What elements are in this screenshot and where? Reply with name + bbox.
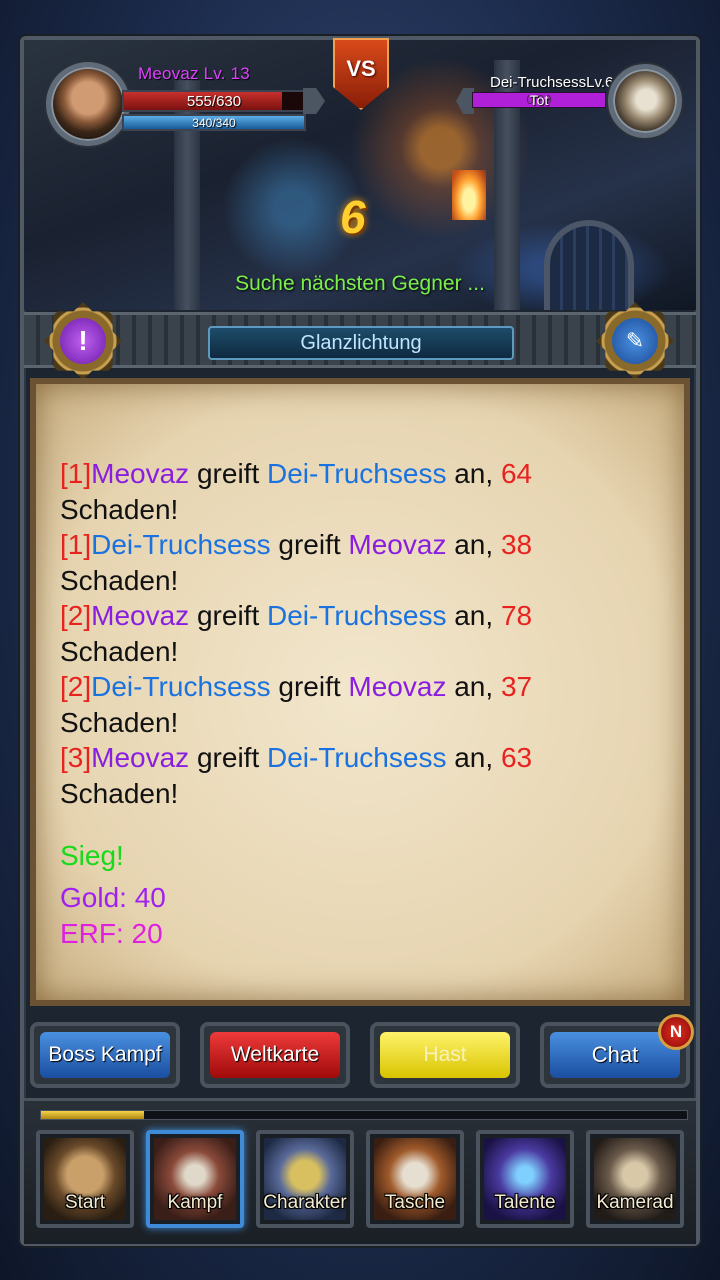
dungeon-gate <box>544 220 634 310</box>
nav-companion[interactable]: Kamerad <box>586 1130 684 1228</box>
world-map-button[interactable]: Weltkarte <box>200 1022 350 1088</box>
quest-log-button[interactable]: ✎ <box>596 302 674 380</box>
status-message: Suche nächsten Gegner ... <box>235 272 485 295</box>
log-target: Meovaz <box>348 671 447 702</box>
gold-reward: Gold: 40 <box>60 882 166 913</box>
quest-log-icon: ✎ <box>612 318 658 364</box>
enemy-name: Dei-TruchsessLv.6 <box>490 74 614 91</box>
log-damage: 64 <box>500 458 533 489</box>
battle-result: Sieg! Gold: 40 ERF: 20 <box>60 838 166 952</box>
haste-button[interactable]: Hast <box>370 1022 520 1088</box>
nav-label: Kampf <box>167 1192 223 1213</box>
player-mp-text: 340/340 <box>192 116 236 130</box>
log-suffix: an, <box>454 742 494 773</box>
haste-label: Hast <box>380 1032 510 1078</box>
log-entry: [2]Dei-Truchsess greift Meovaz an, 37 Sch… <box>60 669 600 740</box>
victory-text: Sieg! <box>60 840 124 871</box>
log-round: [3] <box>60 742 92 773</box>
log-suffix: an, <box>454 458 494 489</box>
log-damage: 38 <box>500 529 533 560</box>
log-verb: greift <box>196 458 260 489</box>
log-target: Dei-Truchsess <box>267 458 447 489</box>
log-damage: 37 <box>500 671 533 702</box>
log-attacker: Meovaz <box>91 458 190 489</box>
nav-start[interactable]: Start <box>36 1130 134 1228</box>
boss-fight-button[interactable]: Boss Kampf <box>30 1022 180 1088</box>
log-target: Dei-Truchsess <box>267 600 447 631</box>
nav-character[interactable]: Charakter <box>256 1130 354 1228</box>
nav-label: Kamerad <box>596 1192 674 1213</box>
boss-fight-label: Boss Kampf <box>40 1032 170 1078</box>
nav-label: Charakter <box>263 1192 347 1213</box>
enemy-avatar[interactable] <box>608 64 682 138</box>
player-avatar[interactable] <box>46 62 130 146</box>
log-entry: [1]Dei-Truchsess greift Meovaz an, 38 Sch… <box>60 527 600 598</box>
log-damage: 78 <box>500 600 533 631</box>
log-round: [2] <box>60 600 92 631</box>
nav-fight[interactable]: Kampf <box>146 1130 244 1228</box>
enemy-status: Tot <box>529 92 549 108</box>
log-attacker: Dei-Truchsess <box>91 529 271 560</box>
log-round: [2] <box>60 671 92 702</box>
player-hp-text: 555/630 <box>186 93 242 110</box>
nav-label: Talente <box>494 1192 556 1213</box>
log-round: [1] <box>60 529 92 560</box>
log-verb: greift <box>278 529 341 560</box>
log-tail: Schaden! <box>60 493 179 525</box>
location-name: Glanzlichtung <box>208 326 514 360</box>
exclamation-icon: ! <box>60 318 106 364</box>
world-map-label: Weltkarte <box>210 1032 340 1078</box>
quest-alert-button[interactable]: ! <box>44 302 122 380</box>
log-round: [1] <box>60 458 92 489</box>
torch-icon <box>452 170 486 220</box>
combat-log: [1]Meovaz greift Dei-Truchsess an, 64 Sch… <box>60 456 600 811</box>
xp-reward: ERF: 20 <box>60 918 163 949</box>
log-entry: [2]Meovaz greift Dei-Truchsess an, 78 Sch… <box>60 598 600 669</box>
log-suffix: an, <box>454 600 494 631</box>
vs-label: VS <box>346 56 376 81</box>
log-tail: Schaden! <box>60 777 179 809</box>
log-verb: greift <box>278 671 341 702</box>
log-attacker: Meovaz <box>91 742 190 773</box>
nav-talents[interactable]: Talente <box>476 1130 574 1228</box>
nav-bag[interactable]: Tasche <box>366 1130 464 1228</box>
log-tail: Schaden! <box>60 635 179 667</box>
nav-label: Start <box>64 1192 106 1213</box>
log-verb: greift <box>196 742 260 773</box>
log-target: Dei-Truchsess <box>267 742 447 773</box>
log-entry: [1]Meovaz greift Dei-Truchsess an, 64 Sch… <box>60 456 600 527</box>
log-tail: Schaden! <box>60 706 179 738</box>
chat-notification-badge: N <box>658 1014 694 1050</box>
player-name: Meovaz Lv. 13 <box>138 64 250 83</box>
log-verb: greift <box>196 600 260 631</box>
log-entry: [3]Meovaz greift Dei-Truchsess an, 63 Sch… <box>60 740 600 811</box>
log-suffix: an, <box>454 671 494 702</box>
nav-label: Tasche <box>384 1192 446 1213</box>
progress-bar <box>40 1110 688 1120</box>
progress-fill <box>41 1111 145 1119</box>
countdown-number: 6 <box>340 191 366 243</box>
log-suffix: an, <box>454 529 494 560</box>
log-damage: 63 <box>500 742 533 773</box>
log-attacker: Meovaz <box>91 600 190 631</box>
player-hp-bar: 555/630 <box>122 90 306 112</box>
enemy-hp-bar: 0/99 Tot <box>472 92 606 108</box>
log-tail: Schaden! <box>60 564 179 596</box>
log-attacker: Dei-Truchsess <box>91 671 271 702</box>
player-mp-bar: 340/340 <box>122 114 306 131</box>
log-target: Meovaz <box>348 529 447 560</box>
